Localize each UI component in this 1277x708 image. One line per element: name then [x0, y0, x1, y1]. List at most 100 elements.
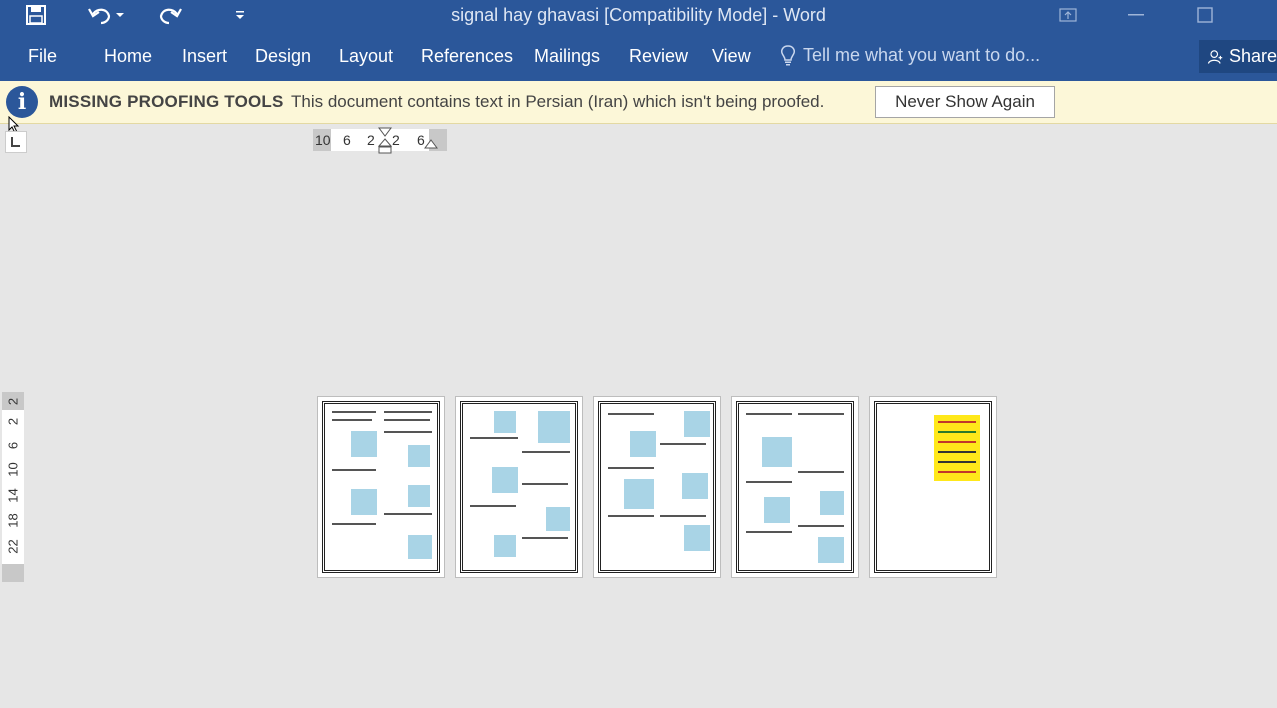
ad-text-line	[938, 431, 976, 433]
tab-references[interactable]: References	[421, 46, 513, 67]
hand-signal-image	[351, 489, 377, 515]
text-line	[746, 531, 792, 533]
ribbon-display-options-button[interactable]	[1045, 0, 1091, 30]
text-line	[522, 483, 568, 485]
person-add-icon	[1207, 49, 1223, 64]
hand-signal-image	[684, 525, 710, 551]
title-bar: signal hay ghavasi [Compatibility Mode] …	[0, 0, 1277, 34]
ruler-number: 6	[5, 441, 21, 450]
hand-signal-image	[494, 535, 516, 557]
tab-mailings[interactable]: Mailings	[534, 46, 600, 67]
text-line	[746, 481, 792, 483]
ruler-number: 2	[392, 132, 400, 148]
hand-signal-image	[684, 411, 710, 437]
hand-signal-image	[538, 411, 570, 443]
text-line	[470, 437, 518, 439]
hand-signal-image	[494, 411, 516, 433]
text-line	[332, 523, 376, 525]
text-line	[384, 431, 432, 433]
horizontal-ruler[interactable]: 10 6 2 2 6	[313, 127, 447, 154]
ad-text-line	[938, 441, 976, 443]
message-text: This document contains text in Persian (…	[291, 92, 825, 111]
text-line	[470, 505, 516, 507]
text-line	[384, 513, 432, 515]
text-line	[332, 411, 376, 413]
share-button[interactable]: Share	[1199, 40, 1277, 73]
tab-view[interactable]: View	[712, 46, 751, 67]
text-line	[608, 413, 654, 415]
hand-signal-image	[351, 431, 377, 457]
minimize-icon	[1128, 14, 1144, 16]
tab-design[interactable]: Design	[255, 46, 311, 67]
text-line	[332, 469, 376, 471]
message-bar: i MISSING PROOFING TOOLS This document c…	[0, 81, 1277, 124]
hand-signal-image	[764, 497, 790, 523]
hand-signal-image	[408, 485, 430, 507]
text-line	[798, 413, 844, 415]
ruler-number: 10	[5, 462, 21, 477]
vertical-ruler[interactable]: 2 2 6 10 14 18 22	[2, 392, 24, 582]
document-page[interactable]	[731, 396, 859, 578]
text-line	[522, 537, 568, 539]
ad-text-line	[938, 451, 976, 453]
ruler-number: 22	[5, 539, 21, 554]
ruler-number: 14	[5, 488, 21, 503]
hand-signal-image	[546, 507, 570, 531]
text-line	[384, 419, 430, 421]
info-icon: i	[6, 86, 38, 118]
tab-selector[interactable]	[5, 131, 27, 153]
document-page[interactable]	[455, 396, 583, 578]
message-heading: MISSING PROOFING TOOLS	[49, 92, 284, 111]
document-page[interactable]	[593, 396, 721, 578]
ruler-margin-bottom	[2, 564, 24, 582]
left-tab-stop-icon	[11, 137, 20, 147]
text-line	[746, 413, 792, 415]
document-page[interactable]	[869, 396, 997, 578]
minimize-button[interactable]	[1113, 0, 1159, 30]
text-line	[608, 515, 654, 517]
ruler-number: 18	[5, 513, 21, 528]
maximize-icon	[1197, 7, 1213, 23]
maximize-button[interactable]	[1182, 0, 1228, 30]
hand-signal-image	[630, 431, 656, 457]
share-label: Share	[1228, 46, 1277, 66]
text-line	[798, 525, 844, 527]
hand-signal-image	[408, 535, 432, 559]
ruler-number: 2	[5, 417, 21, 426]
ruler-number: 2	[367, 132, 375, 148]
lightbulb-icon	[781, 45, 795, 66]
indent-marker-icon[interactable]	[378, 127, 392, 155]
tell-me-placeholder: Tell me what you want to do...	[803, 44, 1041, 65]
tab-home[interactable]: Home	[104, 46, 152, 67]
ruler-number: 2	[5, 397, 21, 406]
text-line	[660, 443, 706, 445]
tab-file[interactable]: File	[28, 46, 57, 67]
ribbon-display-icon	[1059, 8, 1077, 22]
hand-signal-image	[682, 473, 708, 499]
text-line	[522, 451, 570, 453]
tab-layout[interactable]: Layout	[339, 46, 393, 67]
tab-insert[interactable]: Insert	[182, 46, 227, 67]
tell-me-box[interactable]: Tell me what you want to do...	[779, 44, 1040, 66]
ruler-number: 10	[315, 132, 331, 148]
hand-signal-image	[820, 491, 844, 515]
ribbon-tabs: File Home Insert Design Layout Reference…	[0, 34, 1277, 81]
ad-text-line	[938, 421, 976, 423]
ad-text-line	[938, 461, 976, 463]
hand-signal-image	[762, 437, 792, 467]
ad-text-line	[938, 471, 976, 473]
hand-signal-image	[624, 479, 654, 509]
tab-review[interactable]: Review	[629, 46, 688, 67]
hand-signal-image	[408, 445, 430, 467]
advertisement-image	[934, 415, 980, 481]
never-show-again-button[interactable]: Never Show Again	[875, 86, 1055, 118]
document-page[interactable]	[317, 396, 445, 578]
ruler-number: 6	[343, 132, 351, 148]
text-line	[798, 471, 844, 473]
hand-signal-image	[492, 467, 518, 493]
hand-signal-image	[818, 537, 844, 563]
text-line	[384, 411, 432, 413]
right-indent-marker-icon[interactable]	[424, 139, 438, 151]
text-line	[608, 467, 654, 469]
text-line	[660, 515, 706, 517]
